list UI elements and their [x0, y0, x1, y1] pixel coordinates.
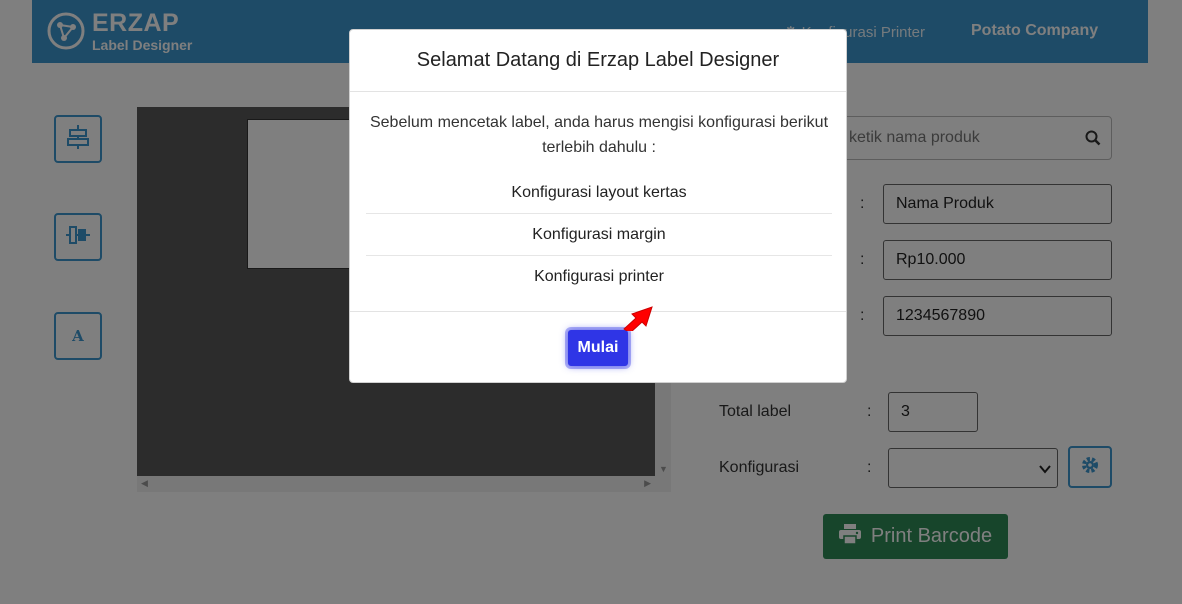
welcome-modal: Selamat Datang di Erzap Label Designer S…: [349, 29, 847, 383]
start-button[interactable]: Mulai: [568, 330, 628, 366]
config-checklist: Konfigurasi layout kertas Konfigurasi ma…: [366, 172, 832, 297]
list-item: Konfigurasi layout kertas: [366, 172, 832, 214]
modal-intro-text: Sebelum mencetak label, anda harus mengi…: [369, 114, 829, 156]
list-item: Konfigurasi margin: [366, 214, 832, 256]
modal-footer: Mulai: [350, 311, 846, 384]
modal-header: Selamat Datang di Erzap Label Designer: [350, 30, 846, 92]
list-item: Konfigurasi printer: [534, 268, 664, 285]
annotation-arrow-icon: [622, 305, 658, 336]
modal-title: Selamat Datang di Erzap Label Designer: [416, 49, 780, 71]
